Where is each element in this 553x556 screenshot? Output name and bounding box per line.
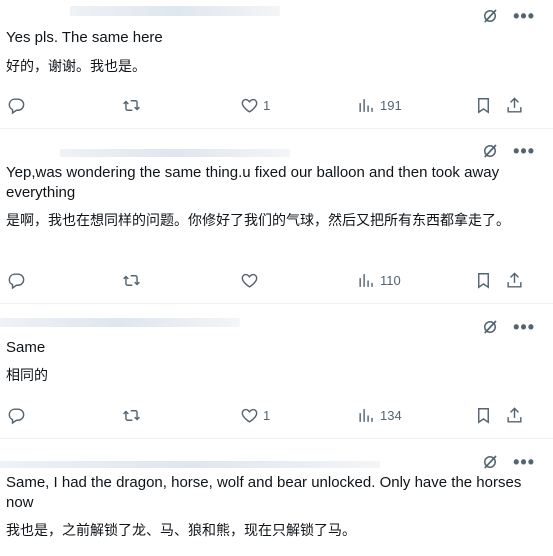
views-icon (357, 96, 376, 115)
blurred-author (60, 149, 290, 157)
bookmark-button[interactable] (474, 406, 493, 425)
action-bar: 1 191 (0, 96, 553, 118)
views-button[interactable]: 110 (357, 271, 401, 290)
action-bar: 110 (0, 271, 553, 293)
bookmark-icon (474, 406, 493, 425)
blurred-author (0, 461, 380, 468)
bookmark-icon (474, 96, 493, 115)
share-button[interactable] (505, 271, 524, 290)
reply-button[interactable] (7, 271, 26, 290)
reply-text: Same, I had the dragon, horse, wolf and … (6, 474, 522, 511)
bookmark-button[interactable] (474, 96, 493, 115)
blurred-author (70, 6, 280, 16)
blurred-author (0, 318, 240, 327)
share-button[interactable] (505, 406, 524, 425)
more-icon[interactable]: ••• (513, 142, 535, 160)
views-icon (357, 406, 376, 425)
reply-translation: 相同的 (6, 368, 48, 384)
like-button[interactable]: 1 (240, 96, 270, 115)
repost-icon (122, 271, 141, 290)
reply-translation: 好的，谢谢。我也是。 (6, 59, 146, 75)
repost-button[interactable] (122, 406, 141, 425)
repost-button[interactable] (122, 96, 141, 115)
reply-card[interactable]: ••• Yes pls. The same here 好的，谢谢。我也是。 1 … (0, 0, 553, 128)
views-count: 134 (380, 408, 402, 423)
like-button[interactable] (240, 271, 259, 290)
more-icon[interactable]: ••• (513, 318, 535, 336)
views-button[interactable]: 134 (357, 406, 402, 425)
views-count: 110 (380, 273, 401, 288)
reply-translation: 我也是，之前解锁了龙、马、狼和熊，现在只解锁了马。 (6, 523, 356, 539)
reply-button[interactable] (7, 96, 26, 115)
share-icon (505, 271, 524, 290)
reply-card[interactable]: ••• Same 相同的 1 134 (0, 304, 553, 438)
reply-button[interactable] (7, 406, 26, 425)
repost-icon (122, 406, 141, 425)
share-icon (505, 406, 524, 425)
like-count: 1 (263, 98, 271, 113)
heart-icon (240, 271, 259, 290)
reply-text: Yep,was wondering the same thing.u fixed… (6, 164, 500, 201)
repost-button[interactable] (122, 271, 141, 290)
bookmark-icon (474, 271, 493, 290)
share-icon (505, 96, 524, 115)
grok-icon[interactable] (481, 7, 499, 25)
views-count: 191 (380, 98, 402, 113)
heart-icon (240, 406, 259, 425)
grok-icon[interactable] (481, 453, 499, 471)
reply-text: Same (6, 339, 46, 356)
grok-icon[interactable] (481, 318, 499, 336)
more-icon[interactable]: ••• (513, 453, 535, 471)
like-count: 1 (263, 408, 271, 423)
repost-icon (122, 96, 141, 115)
reply-card[interactable]: ••• Same, I had the dragon, horse, wolf … (0, 439, 553, 556)
reply-card[interactable]: ••• Yep,was wondering the same thing.u f… (0, 129, 553, 303)
action-bar: 1 134 (0, 406, 553, 428)
reply-icon (7, 96, 26, 115)
views-icon (357, 271, 376, 290)
heart-icon (240, 96, 259, 115)
share-button[interactable] (505, 96, 524, 115)
like-button[interactable]: 1 (240, 406, 270, 425)
reply-icon (7, 406, 26, 425)
reply-translation: 是啊，我也在想同样的问题。你修好了我们的气球，然后又把所有东西都拿走了。 (6, 213, 510, 229)
more-icon[interactable]: ••• (513, 7, 535, 25)
grok-icon[interactable] (481, 142, 499, 160)
views-button[interactable]: 191 (357, 96, 402, 115)
bookmark-button[interactable] (474, 271, 493, 290)
reply-text: Yes pls. The same here (6, 29, 163, 46)
reply-icon (7, 271, 26, 290)
